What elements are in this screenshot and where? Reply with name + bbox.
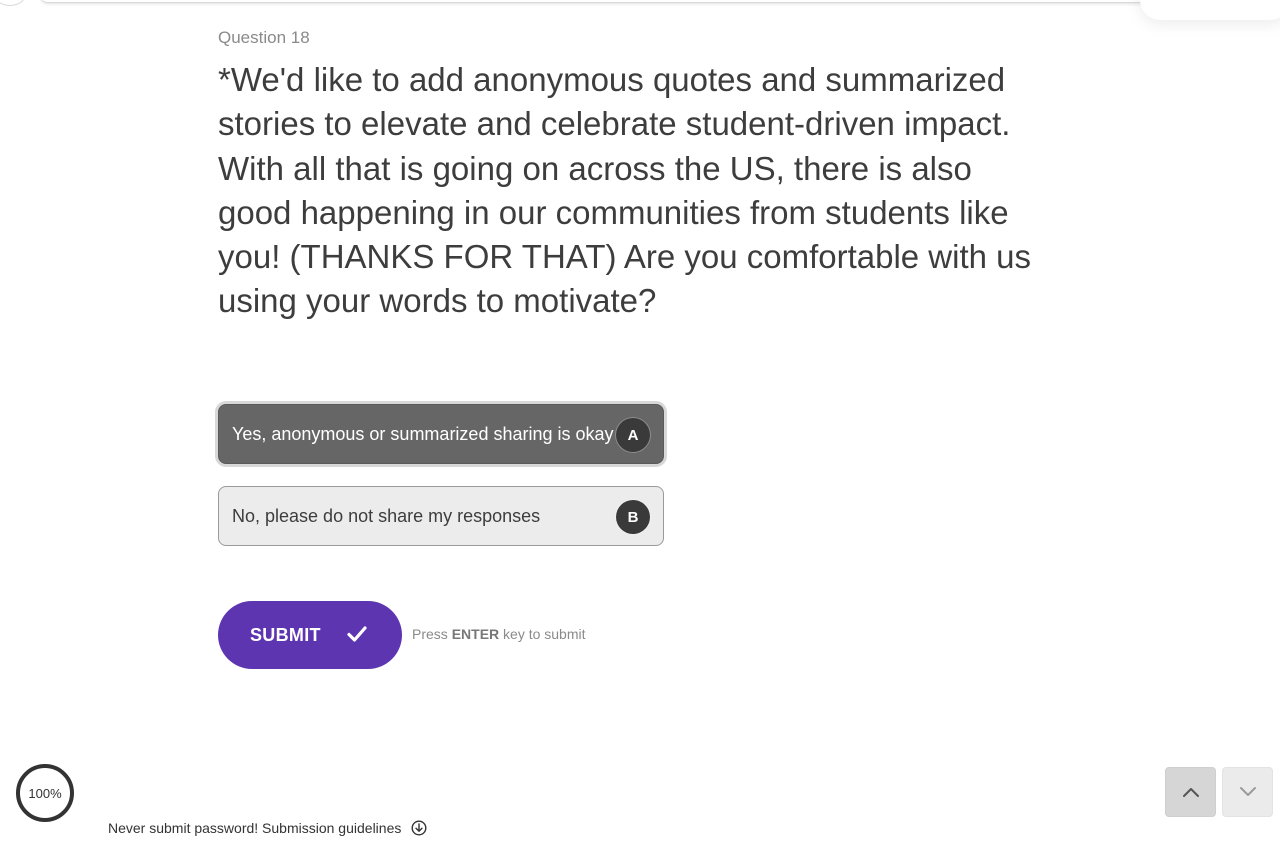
enter-hint-key: ENTER [451, 626, 500, 642]
choice-a[interactable]: Yes, anonymous or summarized sharing is … [218, 404, 664, 464]
choice-b-label: No, please do not share my responses [232, 505, 541, 526]
top-bar-shadow [1140, 0, 1280, 20]
choice-a-label: Yes, anonymous or summarized sharing is … [232, 423, 614, 444]
enter-hint-suffix: key to submit [503, 626, 586, 642]
top-bar-edge [40, 0, 1150, 3]
choice-b[interactable]: No, please do not share my responses B [218, 486, 664, 546]
question-text: *We'd like to add anonymous quotes and s… [218, 61, 1032, 320]
enter-hint: Press ENTER key to submit [412, 626, 586, 642]
previous-question-button[interactable] [1165, 767, 1216, 817]
submit-button[interactable]: SUBMIT [218, 601, 402, 669]
next-question-button[interactable] [1222, 767, 1273, 817]
footer-note-text: Never submit password! Submission guidel… [108, 820, 402, 836]
submit-label: SUBMIT [250, 624, 321, 645]
submission-guidelines-link[interactable]: Never submit password! Submission guidel… [108, 820, 427, 836]
choice-a-key-badge: A [616, 418, 650, 452]
progress-label: 100% [28, 785, 62, 801]
enter-hint-prefix: Press [412, 626, 448, 642]
question-number: Question 18 [218, 28, 310, 47]
progress-indicator: 100% [16, 764, 74, 822]
arrow-down-circle-icon [411, 820, 427, 836]
check-icon [347, 626, 367, 642]
choice-b-key-badge: B [616, 500, 650, 534]
chevron-up-icon [1182, 788, 1199, 797]
chevron-down-icon [1239, 787, 1256, 796]
top-edge-corner [0, 0, 26, 6]
